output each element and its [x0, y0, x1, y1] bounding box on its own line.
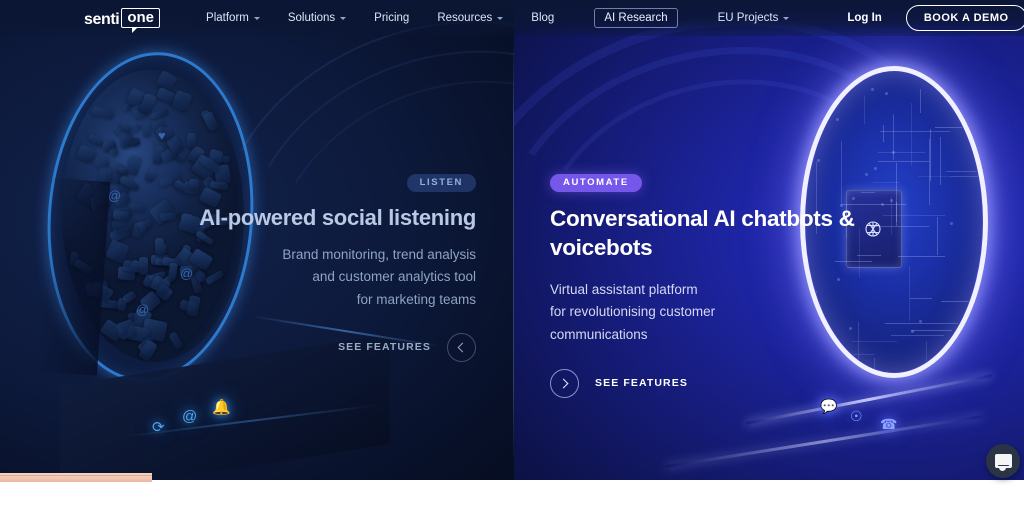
nav-item-resources[interactable]: Resources	[423, 12, 517, 24]
at-icon: @	[182, 408, 198, 425]
panel-divider	[513, 36, 514, 468]
subtitle-line: Brand monitoring, trend analysis	[282, 247, 476, 262]
cta-label: SEE FEATURES	[338, 341, 431, 354]
decorative-peach-strip	[0, 473, 152, 482]
cta-label: SEE FEATURES	[595, 377, 688, 390]
chevron-left-icon[interactable]	[447, 332, 476, 362]
listen-title: AI-powered social listening	[199, 205, 476, 230]
listen-subtitle: Brand monitoring, trend analysis and cus…	[146, 244, 476, 311]
nav-item-eu-projects[interactable]: EU Projects	[704, 12, 804, 24]
logo-text-senti: senti	[84, 11, 120, 28]
chevron-right-icon[interactable]	[550, 368, 579, 398]
subtitle-line: and customer analytics tool	[312, 269, 476, 285]
nav-item-solutions[interactable]: Solutions	[274, 12, 360, 24]
page-body-below-hero	[0, 480, 1024, 512]
logo-sentione[interactable]: senti one	[84, 8, 161, 33]
logo-text-one: one	[121, 8, 161, 33]
subtitle-line: communications	[550, 326, 648, 342]
nav-label: EU Projects	[717, 12, 779, 24]
chevron-down-icon	[340, 16, 347, 20]
nav-label: Pricing	[374, 12, 410, 24]
title-line: Conversational AI chatbots &	[550, 206, 855, 231]
chat-widget-button[interactable]	[986, 444, 1020, 478]
nav-item-blog[interactable]: Blog	[517, 12, 568, 24]
nav-item-pricing[interactable]: Pricing	[360, 12, 423, 24]
subtitle-line: for revolutionising customer	[550, 304, 716, 320]
automate-subtitle: Virtual assistant platform for revolutio…	[550, 279, 890, 347]
automate-see-features-button[interactable]: SEE FEATURES	[550, 368, 890, 398]
chevron-down-icon	[783, 16, 790, 20]
main-navigation: Platform Solutions Pricing Resources Blo…	[192, 12, 568, 24]
status-badge-listen: LISTEN	[406, 174, 476, 192]
circuit-trace	[950, 356, 967, 358]
page-root: @ @ @ ♥ ⟳ @ 🔔 💬 ☉ ☎ LISTEN AI-powered so…	[0, 0, 1024, 512]
chat-bubble-icon	[994, 454, 1012, 471]
subtitle-line: for marketing teams	[356, 291, 476, 307]
chat-icon: 💬	[820, 398, 838, 414]
nav-label: Platform	[206, 12, 249, 24]
login-link[interactable]: Log In	[847, 12, 882, 24]
title-line: voicebots	[550, 234, 653, 260]
phone-icon: ☎	[880, 416, 898, 432]
status-badge-automate: AUTOMATE	[550, 174, 642, 192]
chevron-down-icon	[497, 16, 504, 20]
headset-icon: ☉	[850, 408, 863, 424]
refresh-icon: ⟳	[152, 419, 165, 436]
subtitle-line: Virtual assistant platform	[550, 281, 698, 297]
nav-item-ai-research[interactable]: AI Research	[594, 8, 678, 28]
listen-hero-copy: LISTEN AI-powered social listening Brand…	[146, 172, 476, 362]
book-a-demo-button[interactable]: BOOK A DEMO	[905, 5, 1024, 31]
hero-stage: @ @ @ ♥ ⟳ @ 🔔 💬 ☉ ☎ LISTEN AI-powered so…	[0, 0, 1024, 480]
listen-see-features-button[interactable]: SEE FEATURES	[146, 332, 476, 362]
nav-label: Solutions	[287, 12, 336, 24]
automate-hero-copy: AUTOMATE Conversational AI chatbots & vo…	[550, 172, 890, 398]
chevron-down-icon	[253, 16, 260, 20]
bell-icon: 🔔	[212, 399, 231, 416]
nav-item-platform[interactable]: Platform	[192, 12, 274, 24]
nav-label: Blog	[531, 12, 555, 24]
nav-label: Resources	[437, 12, 493, 24]
automate-title: Conversational AI chatbots & voicebots	[550, 205, 890, 263]
site-header: senti one Platform Solutions Pricing Res…	[0, 0, 1024, 36]
